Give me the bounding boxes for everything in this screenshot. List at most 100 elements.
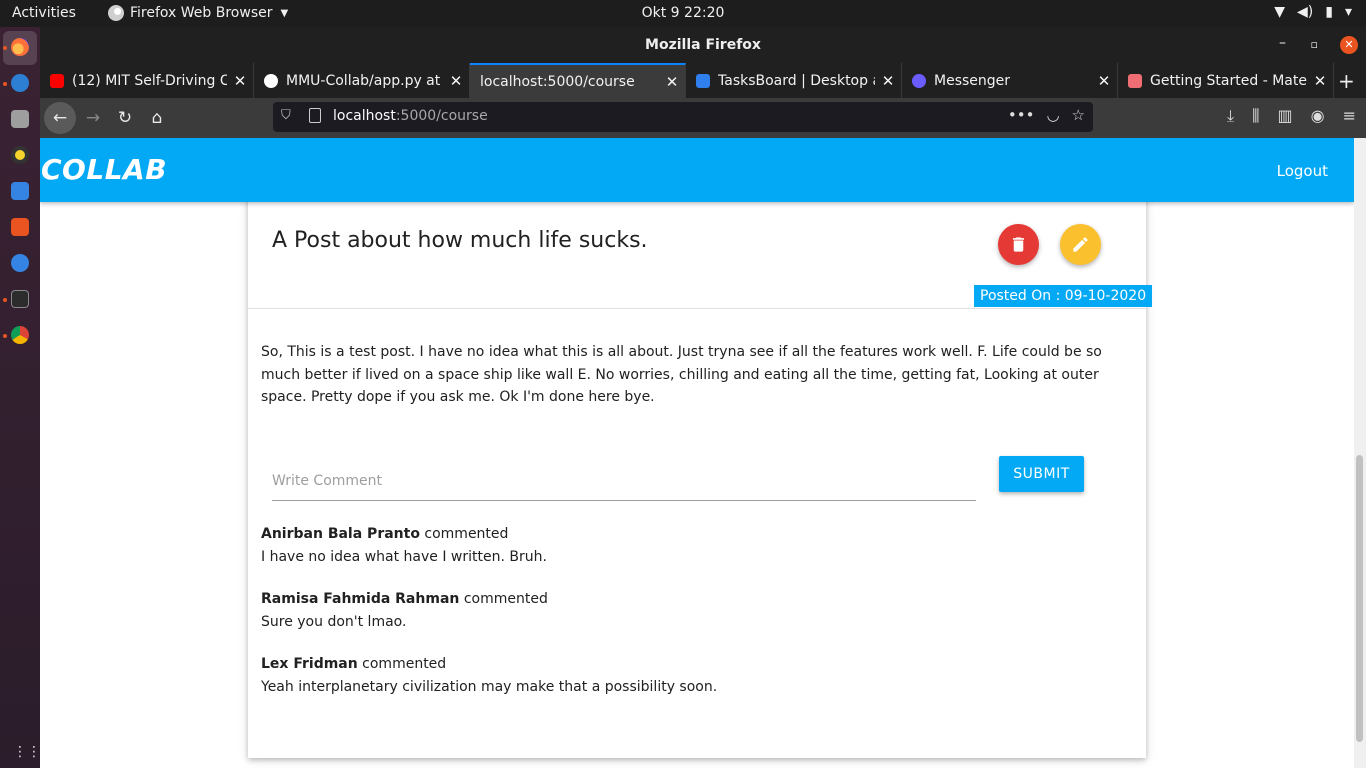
delete-post-button[interactable]	[998, 224, 1039, 265]
tab-label: TasksBoard | Desktop a	[718, 72, 875, 89]
activities-button[interactable]: Activities	[12, 5, 76, 21]
url-text[interactable]: localhost:5000/course	[333, 108, 488, 124]
pencil-icon	[1073, 237, 1088, 252]
navigation-toolbar: ← → ↻ ⌂ ⛉ localhost:5000/course ••• ◡ ☆ …	[40, 98, 1366, 138]
close-tab-icon[interactable]: ✕	[875, 72, 901, 90]
tab-label: MMU-Collab/app.py at	[286, 72, 441, 89]
brand-logo[interactable]: COLLAB	[41, 153, 167, 186]
toolbar-right: ⤓ ⫼ ▥ ◉ ≡	[1227, 106, 1356, 126]
sidebar-icon[interactable]: ▥	[1278, 106, 1293, 126]
comment-text: Sure you don't lmao.	[261, 614, 407, 630]
pocket-icon[interactable]: ◡	[1046, 106, 1059, 124]
commented-label: commented	[424, 526, 509, 542]
close-tab-icon[interactable]: ✕	[227, 72, 253, 90]
comment-input[interactable]	[272, 461, 976, 501]
running-indicator	[3, 46, 7, 50]
firefox-app-icon	[108, 5, 124, 21]
comment-item: Anirban Bala Pranto commented I have no …	[261, 523, 547, 569]
posted-on-badge: Posted On : 09-10-2020	[974, 285, 1153, 307]
bookmark-star-icon[interactable]: ☆	[1072, 106, 1085, 124]
downloads-icon[interactable]: ⤓	[1227, 106, 1234, 126]
new-tab-icon[interactable]: +	[1338, 69, 1355, 93]
system-top-bar: Activities Firefox Web Browser ▼ Okt 9 2…	[0, 0, 1366, 27]
comment-item: Lex Fridman commented Yeah interplanetar…	[261, 653, 717, 699]
tab-localhost[interactable]: localhost:5000/course ✕	[470, 63, 686, 98]
chevron-down-icon: ▼	[280, 7, 289, 19]
url-path: :5000/course	[395, 108, 488, 124]
tab-label: localhost:5000/course	[480, 73, 635, 90]
thunderbird-icon[interactable]	[11, 74, 29, 92]
battery-icon: ▮	[1325, 4, 1333, 20]
running-indicator	[3, 334, 7, 338]
close-window-icon[interactable]: ✕	[1340, 36, 1358, 54]
close-tab-icon[interactable]: ✕	[659, 73, 685, 91]
account-icon[interactable]: ◉	[1311, 106, 1325, 126]
github-icon	[264, 73, 278, 88]
software-center-icon[interactable]	[11, 218, 29, 236]
trash-icon	[1012, 237, 1025, 252]
page-info-icon[interactable]	[309, 108, 321, 123]
window-title: Mozilla Firefox	[645, 37, 761, 53]
edit-post-button[interactable]	[1060, 224, 1101, 265]
logout-link[interactable]: Logout	[1277, 162, 1328, 180]
files-icon[interactable]	[11, 110, 29, 128]
reload-icon[interactable]: ↻	[110, 104, 140, 132]
divider	[248, 308, 1146, 309]
terminal-icon[interactable]	[11, 290, 29, 308]
help-icon[interactable]	[11, 254, 29, 272]
post-body: So, This is a test post. I have no idea …	[261, 344, 1102, 405]
tab-label: Messenger	[934, 72, 1011, 89]
shield-icon[interactable]: ⛉	[281, 108, 291, 123]
youtube-icon	[50, 73, 64, 88]
close-tab-icon[interactable]: ✕	[443, 72, 469, 90]
running-indicator	[3, 298, 7, 302]
page-viewport: COLLAB Logout A Post about how much life…	[40, 138, 1354, 768]
tab-github[interactable]: MMU-Collab/app.py at ✕	[254, 63, 470, 98]
url-bar[interactable]: ⛉ localhost:5000/course ••• ◡ ☆	[273, 102, 1093, 132]
app-menu[interactable]: Firefox Web Browser ▼	[108, 5, 288, 21]
comment-header: Lex Fridman commented	[261, 653, 717, 676]
page-scrollbar-thumb[interactable]	[1356, 455, 1363, 742]
comment-header: Anirban Bala Pranto commented	[261, 523, 547, 546]
window-title-bar: Mozilla Firefox – ▫ ✕	[40, 27, 1366, 63]
submit-comment-button[interactable]: SUBMIT	[999, 456, 1084, 492]
libreoffice-writer-icon[interactable]	[11, 182, 29, 200]
tab-youtube[interactable]: (12) MIT Self-Driving Ca ✕	[40, 63, 254, 98]
tab-label: (12) MIT Self-Driving Ca	[72, 72, 227, 89]
wifi-icon: ▼	[1274, 4, 1286, 20]
tab-strip: (12) MIT Self-Driving Ca ✕ MMU-Collab/ap…	[40, 63, 1366, 98]
commented-label: commented	[463, 591, 548, 607]
system-tray[interactable]: ▼ ◀) ▮ ▾	[1274, 4, 1352, 20]
tab-messenger[interactable]: Messenger ✕	[902, 63, 1118, 98]
tab-tasksboard[interactable]: TasksBoard | Desktop a ✕	[686, 63, 902, 98]
rhythmbox-icon[interactable]	[11, 146, 29, 164]
messenger-icon	[912, 73, 926, 88]
page-actions-icon[interactable]: •••	[1008, 106, 1035, 124]
comment-header: Ramisa Fahmida Rahman commented	[261, 588, 548, 611]
comment-author: Ramisa Fahmida Rahman	[261, 591, 460, 607]
restore-icon[interactable]: ▫	[1311, 38, 1318, 51]
running-indicator	[3, 82, 7, 86]
close-tab-icon[interactable]: ✕	[1307, 72, 1333, 90]
library-icon[interactable]: ⫼	[1252, 106, 1259, 126]
forward-icon[interactable]: →	[78, 104, 108, 132]
back-icon[interactable]: ←	[44, 102, 76, 134]
menu-icon[interactable]: ≡	[1343, 106, 1356, 126]
post-card: A Post about how much life sucks. Posted…	[248, 178, 1153, 758]
close-tab-icon[interactable]: ✕	[1091, 72, 1117, 90]
tab-materialize[interactable]: Getting Started - Mater ✕	[1118, 63, 1334, 98]
home-icon[interactable]: ⌂	[142, 104, 172, 132]
app-header: COLLAB Logout	[40, 138, 1354, 202]
firefox-icon[interactable]	[11, 38, 29, 56]
comment-text: Yeah interplanetary civilization may mak…	[261, 679, 718, 695]
dock: ⋮⋮⋮	[0, 27, 55, 768]
comment-author: Anirban Bala Pranto	[261, 526, 420, 542]
comment-author: Lex Fridman	[261, 656, 358, 672]
minimize-icon[interactable]: –	[1279, 35, 1286, 51]
chrome-icon[interactable]	[11, 326, 29, 344]
url-actions: ••• ◡ ☆	[1008, 106, 1085, 124]
volume-icon: ◀)	[1297, 4, 1314, 20]
app-menu-label: Firefox Web Browser	[130, 5, 273, 21]
clock[interactable]: Okt 9 22:20	[642, 5, 725, 21]
commented-label: commented	[362, 656, 447, 672]
